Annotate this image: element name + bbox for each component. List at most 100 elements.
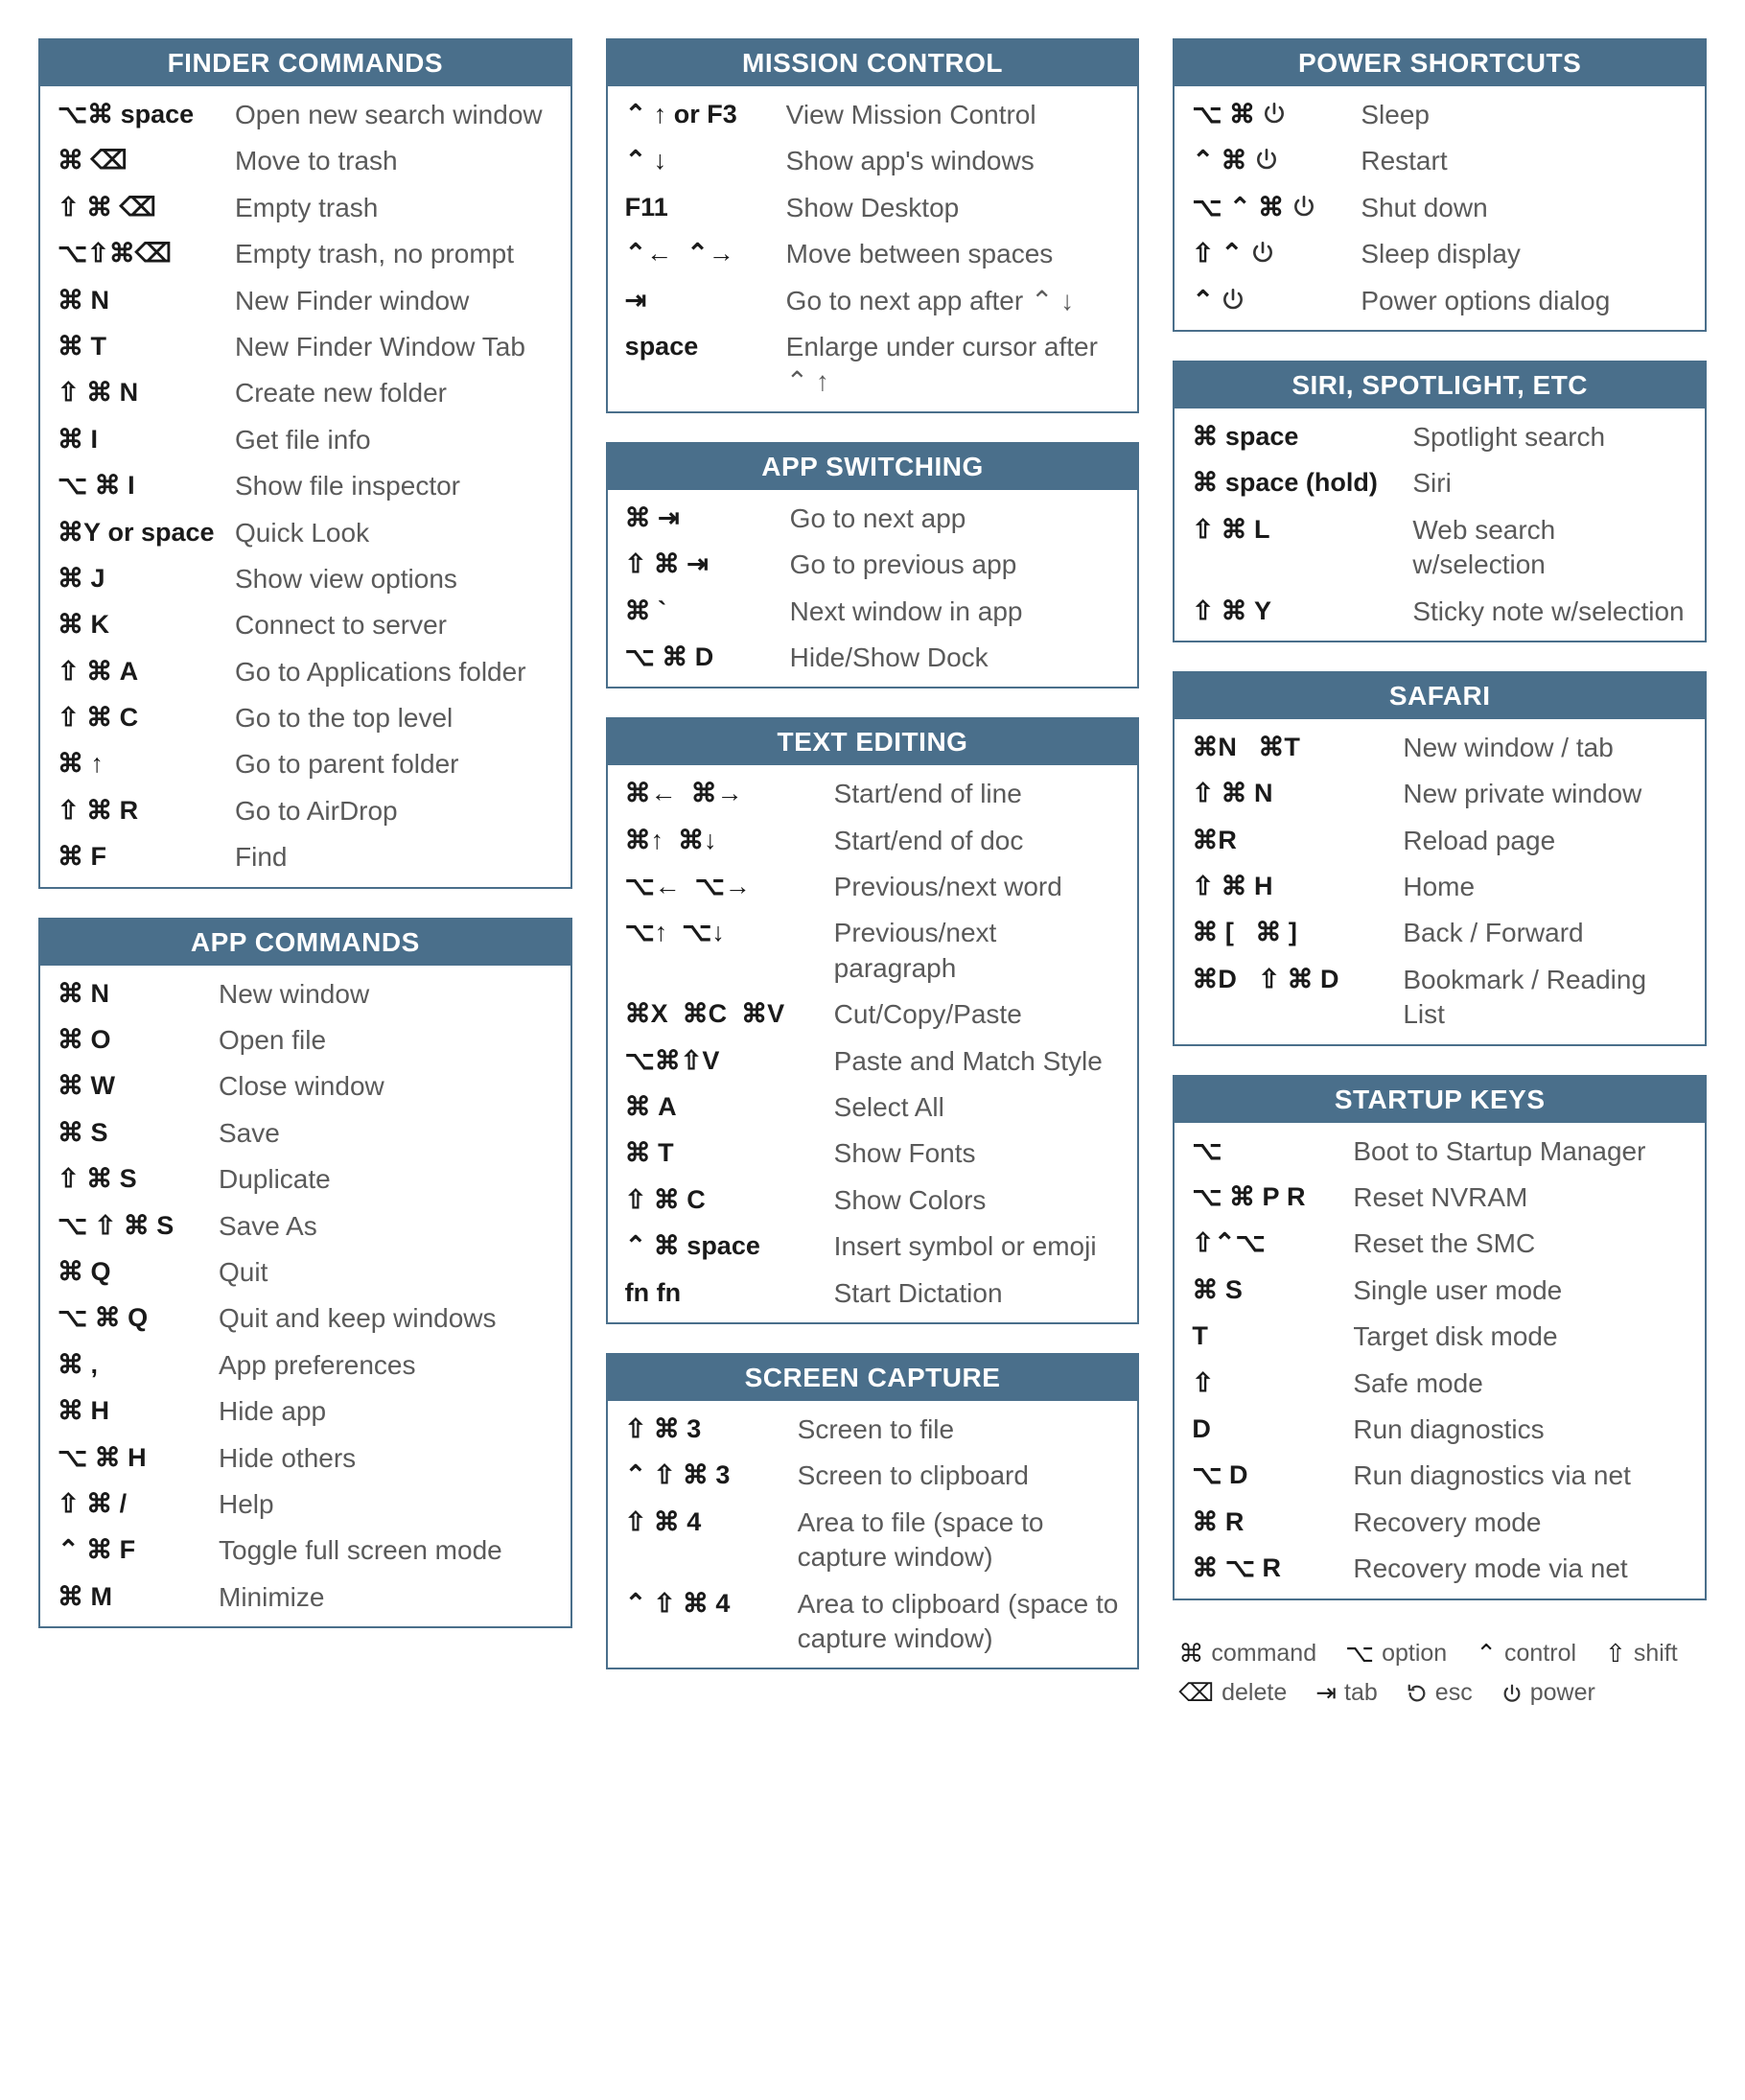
shortcut-row: DRun diagnostics [1178, 1407, 1701, 1453]
shortcut-description: Hide/Show Dock [790, 641, 1127, 675]
shortcut-row: ⌘ JShow view options [44, 556, 567, 602]
shortcut-keys: ⌘ ⌫ [58, 144, 235, 177]
shortcut-keys: ⌘ T [58, 330, 235, 363]
shortcut-row: ⌥← ⌥→Previous/next word [612, 864, 1134, 910]
shortcut-row: ⌘ TNew Finder Window Tab [44, 324, 567, 370]
shortcut-description: Find [235, 840, 559, 875]
shortcut-row: ⌘ OOpen file [44, 1017, 567, 1063]
shortcut-keys: ⌥ ⇧ ⌘ S [58, 1209, 219, 1243]
shortcut-keys: ⇧ ⌃ [1192, 237, 1361, 270]
shortcut-row: ⌘ NNew window [44, 971, 567, 1017]
card: SCREEN CAPTURE⇧ ⌘ 3Screen to file⌃ ⇧ ⌘ 3… [606, 1353, 1140, 1669]
shortcut-keys: ⇧ ⌘ L [1192, 513, 1412, 547]
shortcut-description: Screen to clipboard [798, 1458, 1127, 1493]
shortcut-row: ⇧ ⌘ HHome [1178, 864, 1701, 910]
shortcut-row: ⌥↑ ⌥↓Previous/next paragraph [612, 910, 1134, 992]
shortcut-description: Show view options [235, 562, 559, 596]
shortcut-row: ⌘RReload page [1178, 818, 1701, 864]
shortcut-keys: ⌘N ⌘T [1192, 731, 1403, 764]
shortcut-keys: space [625, 330, 786, 363]
shortcut-description: Web search w/selection [1412, 513, 1693, 583]
shortcut-row: ⌃ ⌘ Restart [1178, 138, 1701, 184]
shortcut-keys: ⌘D ⇧ ⌘ D [1192, 963, 1403, 996]
shortcut-row: ⌘ ,App preferences [44, 1342, 567, 1388]
shortcut-row: ⌘ [ ⌘ ]Back / Forward [1178, 910, 1701, 956]
card: STARTUP KEYS⌥Boot to Startup Manager⌥ ⌘ … [1173, 1075, 1707, 1600]
shortcut-row: ⌘ ASelect All [612, 1085, 1134, 1131]
shortcut-description: Quit [219, 1255, 559, 1290]
shortcut-keys: ⌘ ↑ [58, 747, 235, 781]
shortcut-keys: ⌘Y or space [58, 516, 235, 549]
card-body: ⌘N ⌘TNew window / tab⇧ ⌘ NNew private wi… [1175, 719, 1705, 1044]
shortcut-keys: ⌘ space [1192, 420, 1412, 454]
shortcut-keys: ⌥ ⌘ H [58, 1441, 219, 1475]
shortcut-row: ⇧ ⌘ NNew private window [1178, 771, 1701, 817]
legend-label: option [1382, 1640, 1447, 1668]
shortcut-keys: F11 [625, 191, 786, 224]
shortcut-row: ⌥Boot to Startup Manager [1178, 1129, 1701, 1175]
legend-item: esc [1407, 1678, 1473, 1708]
shortcut-keys: ⇥ [625, 284, 786, 317]
shortcut-keys: ⇧ ⌘ N [58, 376, 235, 409]
shortcut-row: ⌥ ⌘ DHide/Show Dock [612, 635, 1134, 681]
card-body: ⌃ ↑ or F3View Mission Control⌃ ↓Show app… [608, 86, 1138, 411]
shortcut-keys: ⇧ ⌘ 4 [625, 1505, 798, 1539]
shortcut-row: ⌘← ⌘→Start/end of line [612, 771, 1134, 817]
shortcut-description: Empty trash [235, 191, 559, 225]
card: SIRI, SPOTLIGHT, ETC⌘ spaceSpotlight sea… [1173, 361, 1707, 642]
shortcut-description: Reset the SMC [1353, 1226, 1693, 1261]
shortcut-keys: ⇧ ⌘ S [58, 1162, 219, 1196]
shortcut-keys: ⌥⇧⌘⌫ [58, 237, 235, 270]
shortcut-row: ⌘N ⌘TNew window / tab [1178, 725, 1701, 771]
shortcut-keys: fn fn [625, 1276, 834, 1310]
shortcut-description: Empty trash, no prompt [235, 237, 559, 271]
shortcut-description: Go to next app after ⌃ ↓ [786, 284, 1127, 318]
shortcut-description: Boot to Startup Manager [1353, 1134, 1693, 1169]
shortcut-row: ⌃ ⇧ ⌘ 3Screen to clipboard [612, 1453, 1134, 1499]
shortcut-description: Cut/Copy/Paste [834, 997, 1127, 1032]
shortcut-description: Insert symbol or emoji [834, 1229, 1127, 1264]
shortcut-description: Go to AirDrop [235, 794, 559, 828]
shortcut-row: ⌘ TShow Fonts [612, 1131, 1134, 1177]
shortcut-row: ⇧ ⌘ SDuplicate [44, 1156, 567, 1202]
shortcut-description: Power options dialog [1361, 284, 1693, 318]
shortcut-description: New Finder window [235, 284, 559, 318]
shortcut-keys: ⌘↑ ⌘↓ [625, 824, 834, 857]
shortcut-row: ⌥⌘ spaceOpen new search window [44, 92, 567, 138]
shortcut-description: Move between spaces [786, 237, 1127, 271]
shortcut-keys: ⇧⌃⌥ [1192, 1226, 1353, 1260]
legend-label: control [1504, 1640, 1576, 1668]
shortcut-keys: ⌥ ⌘ D [625, 641, 790, 674]
legend-item: power [1501, 1678, 1595, 1708]
shortcut-keys: ⌥ [1192, 1134, 1353, 1168]
shortcut-row: ⇧ ⌘ CShow Colors [612, 1178, 1134, 1224]
shortcut-description: Start Dictation [834, 1276, 1127, 1311]
shortcut-row: ⌘ ⇥Go to next app [612, 496, 1134, 542]
shortcut-row: ⌘↑ ⌘↓Start/end of doc [612, 818, 1134, 864]
card-header: SAFARI [1175, 673, 1705, 719]
shortcut-keys: ⌘ , [58, 1348, 219, 1382]
shortcut-keys: ⌘ R [1192, 1505, 1353, 1539]
shortcut-row: ⌥ ⌘ P RReset NVRAM [1178, 1175, 1701, 1221]
shortcut-description: Save As [219, 1209, 559, 1244]
shortcut-keys: ⇧ ⌘ N [1192, 777, 1403, 810]
card-header: APP COMMANDS [40, 920, 570, 966]
shortcut-description: Enlarge under cursor after ⌃ ↑ [786, 330, 1127, 400]
shortcut-description: Previous/next paragraph [834, 916, 1127, 986]
shortcut-keys: ⌥ ⌃ ⌘ [1192, 191, 1361, 224]
shortcut-description: Single user mode [1353, 1273, 1693, 1308]
shortcut-keys: ⌘ K [58, 608, 235, 642]
shortcut-description: New window [219, 977, 559, 1012]
shortcut-row: ⇧ ⌘ NCreate new folder [44, 370, 567, 416]
shortcut-description: Start/end of line [834, 777, 1127, 811]
legend-item: ⇥tab [1315, 1678, 1378, 1708]
legend-label: esc [1435, 1679, 1473, 1707]
shortcut-keys: ⌃← ⌃→ [625, 237, 786, 270]
card-header: MISSION CONTROL [608, 40, 1138, 86]
shortcut-description: Run diagnostics via net [1353, 1458, 1693, 1493]
shortcut-keys: T [1192, 1319, 1353, 1353]
shortcut-description: Reload page [1403, 824, 1693, 858]
shortcut-description: Go to previous app [790, 548, 1127, 582]
shortcut-description: Siri [1412, 466, 1693, 501]
shortcut-row: ⌥ ⌘ IShow file inspector [44, 463, 567, 509]
